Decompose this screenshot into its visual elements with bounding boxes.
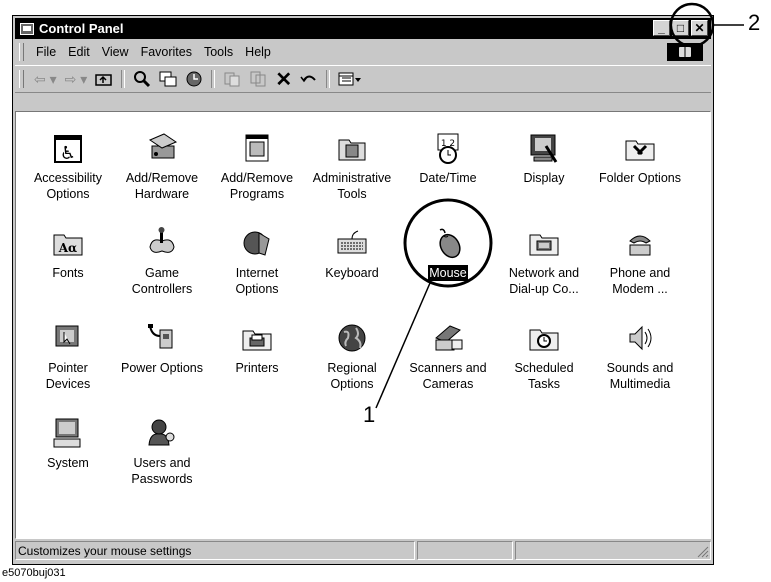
figure-caption: e5070buj031 xyxy=(2,567,66,579)
callout-overlay xyxy=(375,2,744,409)
callout-2-circle xyxy=(669,2,715,48)
callout-1-line xyxy=(375,282,431,409)
callout-2-label: 2 xyxy=(748,10,761,35)
callout-1-label: 1 xyxy=(363,402,376,427)
callout-1-circle xyxy=(403,198,493,288)
